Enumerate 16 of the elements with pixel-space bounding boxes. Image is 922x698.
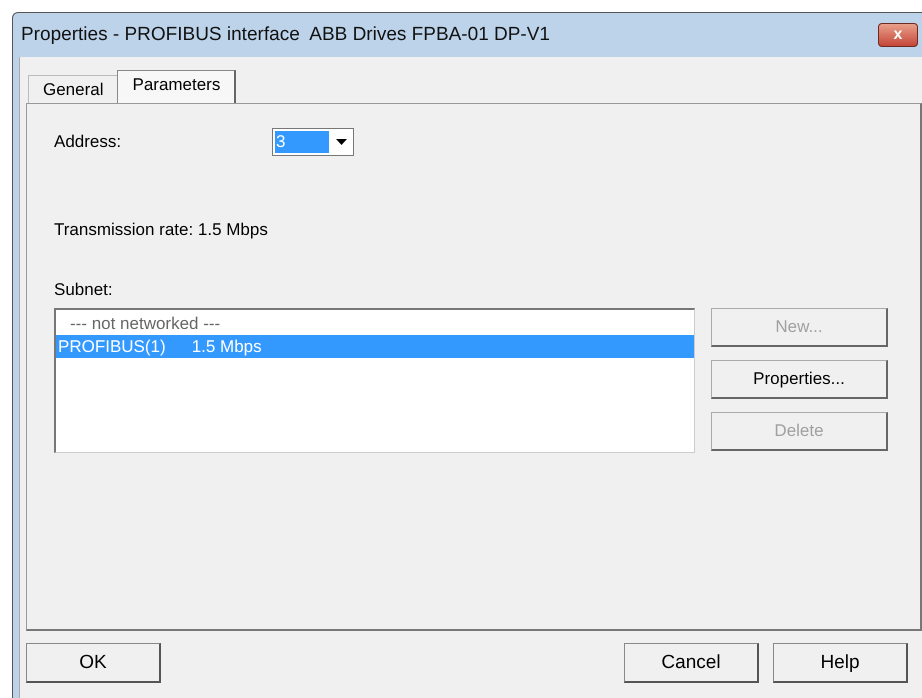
- dialog-button[interactable]: OK: [26, 643, 161, 683]
- list-item[interactable]: PROFIBUS(1) 1.5 Mbps: [56, 335, 694, 358]
- subnet-button[interactable]: Properties...: [711, 360, 888, 399]
- tab[interactable]: Parameters: [117, 70, 236, 103]
- transmission-rate-text: Transmission rate: 1.5 Mbps: [54, 220, 269, 240]
- subnet-list[interactable]: --- not networked --- PROFIBUS(1) 1.5 Mbps: [54, 308, 695, 453]
- close-button[interactable]: x: [878, 23, 918, 47]
- dropdown-arrow-icon: [336, 139, 346, 145]
- address-dropdown[interactable]: 3: [272, 128, 354, 156]
- window-title: Properties - PROFIBUS interface ABB Drives FPBA-01 DP-V1: [21, 24, 550, 46]
- subnet-label: Subnet:: [54, 280, 114, 300]
- list-item[interactable]: --- not networked ---: [56, 312, 694, 335]
- address-label: Address:: [54, 132, 122, 152]
- dialog-button[interactable]: Help: [773, 643, 908, 683]
- dialog-button[interactable]: Cancel: [624, 643, 759, 683]
- tab[interactable]: General: [28, 75, 118, 103]
